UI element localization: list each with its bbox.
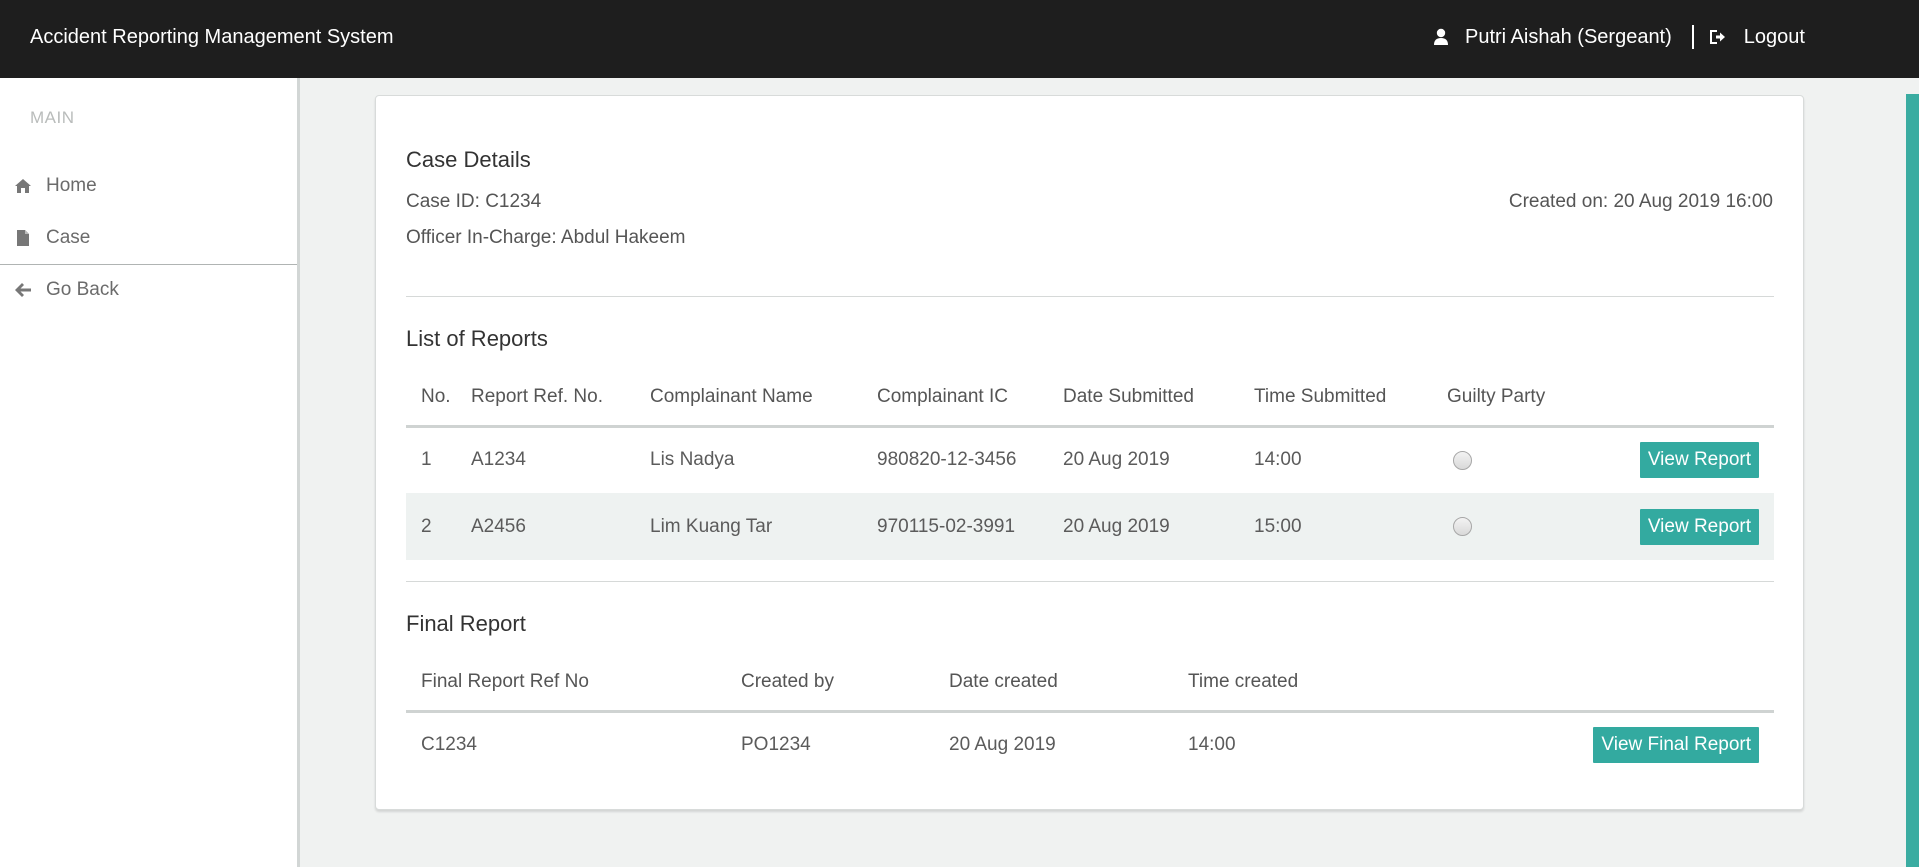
case-details-heading: Case Details	[406, 147, 531, 172]
created-on: Created on: 20 Aug 2019 16:00	[1509, 191, 1773, 213]
user-icon	[1433, 28, 1449, 46]
column-header: Report Ref. No.	[471, 369, 650, 428]
logout-link[interactable]: Logout	[1744, 26, 1805, 49]
final-report-table-header: Final Report Ref No Created by Date crea…	[406, 654, 1774, 713]
sidebar-divider	[0, 264, 297, 265]
reports-heading: List of Reports	[406, 326, 548, 351]
final-report-table: Final Report Ref No Created by Date crea…	[406, 654, 1774, 778]
sidebar-item-home[interactable]: Home	[0, 162, 297, 210]
sidebar-item-label: Home	[46, 175, 97, 196]
sidebar: MAIN Home Case Go Back	[0, 78, 300, 867]
user-area: Putri Aishah (Sergeant) Logout	[1433, 0, 1805, 74]
complainant-name: Lim Kuang Tar	[650, 493, 877, 560]
user-name: Putri Aishah (Sergeant)	[1465, 25, 1672, 48]
sidebar-item-case[interactable]: Case	[0, 214, 297, 262]
column-header: Time Submitted	[1254, 369, 1447, 428]
complainant-ic: 970115-02-3991	[877, 493, 1063, 560]
case-id-label: Case ID:	[406, 191, 480, 212]
time-submitted: 15:00	[1254, 493, 1447, 560]
date-submitted: 20 Aug 2019	[1063, 493, 1254, 560]
top-navbar: Accident Reporting Management System Put…	[0, 0, 1919, 78]
table-row: C1234 PO1234 20 Aug 2019 14:00 View Fina…	[406, 711, 1774, 778]
column-header: Final Report Ref No	[406, 654, 741, 713]
action-cell: View Report	[1617, 493, 1774, 560]
final-report-ref: C1234	[421, 734, 477, 756]
date-submitted: 20 Aug 2019	[1063, 449, 1170, 471]
view-report-button[interactable]: View Report	[1639, 442, 1759, 479]
section-divider	[406, 296, 1774, 297]
reports-table: No. Report Ref. No. Complainant Name Com…	[406, 369, 1774, 560]
time-created: 14:00	[1188, 734, 1236, 756]
officer-in-charge: Officer In-Charge: Abdul Hakeem	[406, 227, 686, 249]
file-icon	[14, 229, 32, 247]
column-header: Date Submitted	[1063, 369, 1254, 428]
arrow-left-icon	[14, 281, 32, 299]
case-card: Case Details Case ID: C1234 Created on: …	[375, 95, 1804, 810]
section-divider	[406, 581, 1774, 582]
column-header: Guilty Party	[1447, 369, 1617, 428]
reports-table-header: No. Report Ref. No. Complainant Name Com…	[406, 369, 1774, 428]
officer-value: Abdul Hakeem	[560, 227, 686, 248]
column-header: Complainant Name	[650, 369, 877, 428]
column-header: Complainant IC	[877, 369, 1063, 428]
column-header	[1617, 369, 1774, 428]
home-icon	[14, 177, 32, 195]
created-by: PO1234	[741, 734, 811, 756]
navbar-divider	[1691, 25, 1694, 49]
report-no: 1	[421, 449, 432, 471]
sidebar-item-label: Case	[46, 227, 91, 248]
scrollbar[interactable]	[1906, 94, 1919, 867]
logout-icon[interactable]	[1708, 28, 1726, 46]
action-cell: View Report	[1617, 426, 1774, 493]
guilty-party-cell	[1447, 493, 1617, 560]
view-report-button[interactable]: View Report	[1639, 508, 1759, 545]
action-cell: View Final Report	[1444, 711, 1774, 778]
report-no: 2	[406, 493, 471, 560]
final-report-heading: Final Report	[406, 611, 526, 636]
officer-label: Officer In-Charge:	[406, 227, 557, 248]
view-final-report-button[interactable]: View Final Report	[1593, 727, 1759, 764]
app-title: Accident Reporting Management System	[30, 26, 394, 48]
guilty-party-cell	[1447, 426, 1617, 493]
report-ref: A1234	[471, 449, 526, 471]
table-row: 1 A1234 Lis Nadya 980820-12-3456 20 Aug …	[406, 426, 1774, 493]
guilty-party-radio[interactable]	[1453, 516, 1472, 536]
report-ref: A2456	[471, 493, 650, 560]
column-header: Date created	[949, 654, 1188, 713]
case-id: Case ID: C1234	[406, 191, 541, 213]
complainant-name: Lis Nadya	[650, 449, 735, 471]
time-submitted: 14:00	[1254, 449, 1302, 471]
complainant-ic: 980820-12-3456	[877, 449, 1017, 471]
column-header: Created by	[741, 654, 949, 713]
date-created: 20 Aug 2019	[949, 734, 1056, 756]
column-header: No.	[406, 369, 471, 428]
created-on-value: 20 Aug 2019 16:00	[1613, 191, 1773, 212]
column-header	[1444, 654, 1774, 713]
guilty-party-radio[interactable]	[1453, 450, 1472, 470]
created-on-label: Created on:	[1508, 191, 1609, 212]
sidebar-item-go-back[interactable]: Go Back	[0, 266, 297, 314]
sidebar-item-label: Go Back	[46, 279, 119, 300]
table-row: 2 A2456 Lim Kuang Tar 970115-02-3991 20 …	[406, 493, 1774, 560]
column-header: Time created	[1188, 654, 1444, 713]
case-id-value: C1234	[485, 191, 542, 212]
sidebar-section-label: MAIN	[30, 108, 75, 127]
